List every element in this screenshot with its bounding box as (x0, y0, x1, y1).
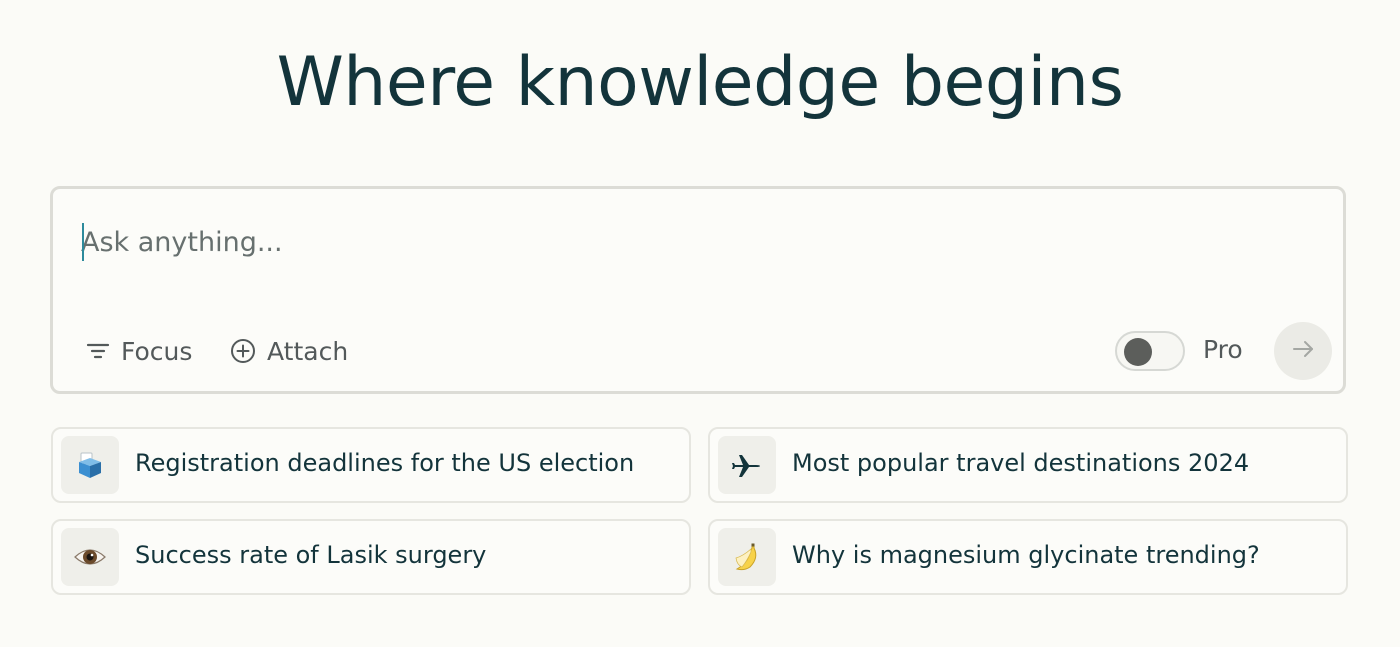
pro-label: Pro (1203, 335, 1243, 364)
arrow-right-icon (1288, 334, 1318, 368)
banana-icon (718, 528, 776, 586)
filter-lines-icon (85, 338, 111, 364)
plus-circle-icon (229, 337, 257, 365)
page-title: Where knowledge begins (276, 43, 1124, 122)
suggestion-card[interactable]: Registration deadlines for the US electi… (51, 427, 691, 503)
attach-button[interactable]: Attach (229, 329, 348, 373)
text-caret (82, 223, 84, 261)
page: Where knowledge begins Focus (0, 0, 1400, 647)
submit-button[interactable] (1274, 322, 1332, 380)
attach-label: Attach (267, 336, 349, 366)
ballot-box-icon (61, 436, 119, 494)
suggestion-card[interactable]: Why is magnesium glycinate trending? (708, 519, 1348, 595)
ask-input[interactable] (81, 219, 1281, 265)
airplane-icon (718, 436, 776, 494)
suggestion-card[interactable]: Success rate of Lasik surgery (51, 519, 691, 595)
focus-label: Focus (121, 336, 193, 366)
eye-icon (61, 528, 119, 586)
focus-button[interactable]: Focus (85, 329, 192, 373)
suggestion-label: Success rate of Lasik surgery (135, 541, 487, 569)
suggestion-label: Registration deadlines for the US electi… (135, 449, 635, 477)
pro-toggle[interactable] (1115, 331, 1185, 371)
pro-toggle-knob (1124, 338, 1152, 366)
search-composer: Focus Attach Pro (50, 186, 1346, 394)
suggestion-label: Most popular travel destinations 2024 (792, 449, 1250, 477)
suggestion-card[interactable]: Most popular travel destinations 2024 (708, 427, 1348, 503)
suggestion-label: Why is magnesium glycinate trending? (792, 541, 1260, 569)
